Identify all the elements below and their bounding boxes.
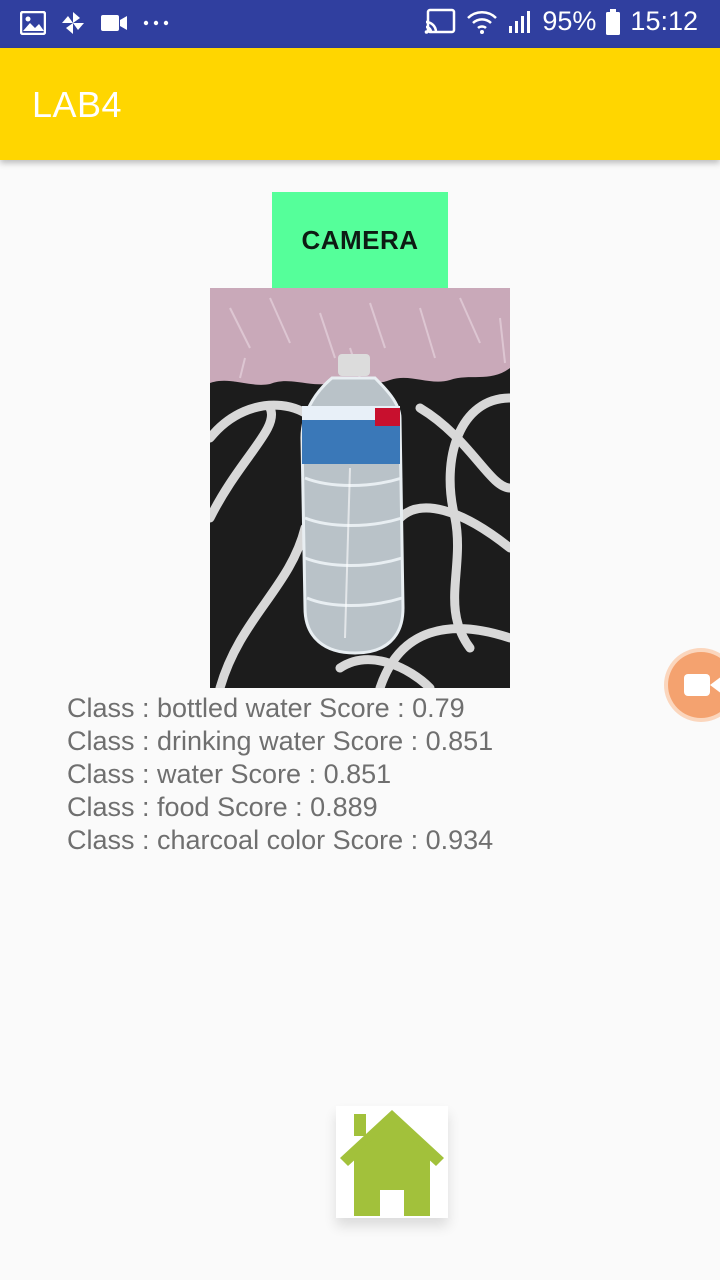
cast-icon [424, 8, 456, 36]
home-button[interactable] [336, 1106, 448, 1218]
result-line: Class : water Score : 0.851 [67, 759, 392, 789]
clock: 15:12 [630, 6, 698, 36]
classification-results: Class : bottled water Score : 0.79 Class… [67, 692, 493, 857]
result-line: Class : drinking water Score : 0.851 [67, 726, 494, 756]
result-line: Class : bottled water Score : 0.79 [67, 693, 465, 723]
app-bar: LAB4 [0, 48, 720, 160]
battery-percent: 95% [542, 6, 597, 36]
more-icon [142, 19, 170, 27]
home-icon [336, 1110, 448, 1222]
result-line: Class : food Score : 0.889 [67, 792, 378, 822]
gallery-icon [20, 11, 46, 35]
captured-photo [210, 288, 510, 688]
camera-button[interactable]: CAMERA [272, 192, 448, 288]
status-bar: 95% 15:12 [0, 0, 720, 48]
signal-icon [508, 10, 532, 34]
app-title: LAB4 [32, 84, 123, 125]
battery-icon [606, 8, 621, 35]
wifi-icon [466, 9, 498, 35]
screen-recorder-button[interactable] [668, 652, 720, 718]
video-icon [100, 13, 128, 33]
result-line: Class : charcoal color Score : 0.934 [67, 825, 494, 855]
pinwheel-icon [60, 10, 86, 36]
